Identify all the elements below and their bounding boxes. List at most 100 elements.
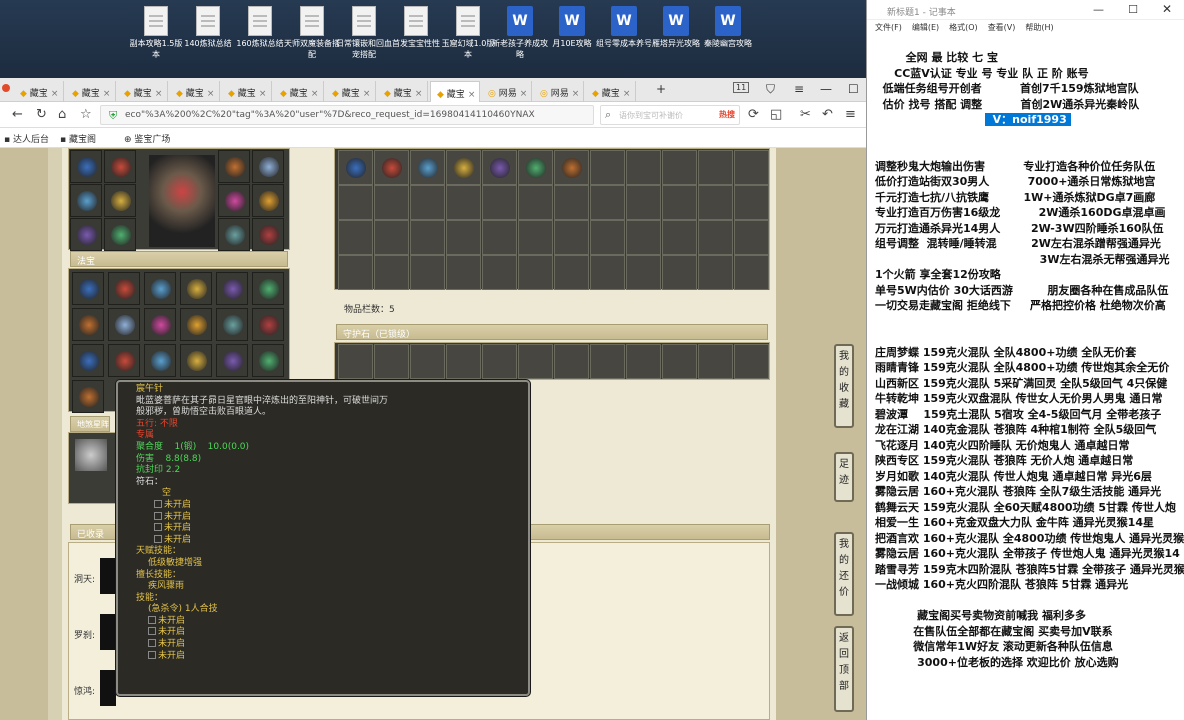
browser-tab[interactable]: ◆ 藏宝 × [274, 81, 324, 102]
equipment-slot[interactable] [104, 184, 136, 217]
inventory-cell[interactable] [410, 185, 445, 220]
guard-stone-cell[interactable] [374, 344, 409, 379]
browser-tab[interactable]: ◆ 藏宝 × [378, 81, 428, 102]
inventory-cell[interactable] [518, 255, 553, 290]
fabao-slot[interactable] [72, 380, 104, 413]
inventory-cell[interactable] [446, 255, 481, 290]
inventory-cell[interactable] [590, 255, 625, 290]
inventory-cell[interactable] [554, 185, 589, 220]
inventory-cell[interactable] [338, 185, 373, 220]
my-bargain-button[interactable]: 我的还价 [834, 532, 854, 616]
equipment-slot[interactable] [218, 218, 250, 251]
desktop-file-icon[interactable]: W 组号零成本养号 [596, 6, 652, 49]
inventory-cell[interactable] [374, 150, 409, 185]
pet-thumb-1[interactable] [100, 614, 116, 650]
fabao-slot[interactable] [216, 344, 248, 377]
inventory-cell[interactable] [554, 150, 589, 185]
desktop-file-icon[interactable]: 160炼狱总结 [232, 6, 288, 49]
guard-stone-cell[interactable] [698, 344, 733, 379]
browser-tab[interactable]: ◆ 藏宝 × [118, 81, 168, 102]
fabao-slot[interactable] [180, 272, 212, 305]
desktop-file-icon[interactable]: W 新老孩子养成攻略 [492, 6, 548, 60]
fabao-slot[interactable] [108, 308, 140, 341]
tab-close-icon[interactable]: × [259, 89, 267, 99]
fabao-slot[interactable] [180, 344, 212, 377]
tab-close-icon[interactable]: × [623, 89, 631, 99]
new-tab-icon[interactable]: + [656, 82, 666, 96]
tab-close-icon[interactable]: × [311, 89, 319, 99]
fabao-slot[interactable] [216, 308, 248, 341]
desktop-file-icon[interactable]: W 秦陵幽宫攻略 [700, 6, 756, 49]
footprint-button[interactable]: 足迹 [834, 452, 854, 502]
fabao-slot[interactable] [144, 272, 176, 305]
browser-tab[interactable]: ◆ 藏宝 × [66, 81, 116, 102]
inventory-cell[interactable] [374, 220, 409, 255]
close-icon[interactable]: ✕ [1162, 2, 1172, 16]
tab-close-icon[interactable]: × [103, 89, 111, 99]
maximize-icon[interactable]: ☐ [1128, 3, 1138, 16]
notepad-text[interactable]: 全网 最 比较 七 宝 CC蓝V认证 专业 号 专业 队 正 阶 账号 低端任务… [875, 50, 1184, 670]
pet-thumb-0[interactable] [100, 558, 116, 594]
extension-icon[interactable]: ◱ [770, 107, 782, 122]
inventory-cell[interactable] [626, 220, 661, 255]
inventory-cell[interactable] [410, 220, 445, 255]
fabao-slot[interactable] [72, 344, 104, 377]
fabao-slot[interactable] [144, 308, 176, 341]
inventory-cell[interactable] [662, 185, 697, 220]
equipment-slot[interactable] [104, 150, 136, 183]
inventory-cell[interactable] [734, 220, 769, 255]
browser-tab[interactable]: ◎ 网易 × [534, 81, 584, 102]
cut-icon[interactable]: ✂ [800, 107, 811, 122]
guard-stone-cell[interactable] [446, 344, 481, 379]
tab-close-icon[interactable]: × [363, 89, 371, 99]
desktop-file-icon[interactable]: W 雁塔异光攻略 [648, 6, 704, 49]
inventory-cell[interactable] [518, 150, 553, 185]
inventory-cell[interactable] [590, 150, 625, 185]
back-to-top-button[interactable]: 返回顶部 [834, 626, 854, 712]
equipment-slot[interactable] [104, 218, 136, 251]
inventory-cell[interactable] [518, 220, 553, 255]
guard-stone-cell[interactable] [554, 344, 589, 379]
guard-stone-cell[interactable] [410, 344, 445, 379]
fabao-slot[interactable] [72, 272, 104, 305]
desktop-file-icon[interactable]: 日常镶嵌和回血宠搭配 [336, 6, 392, 60]
equipment-slot[interactable] [252, 218, 284, 251]
desktop-file-icon[interactable]: 天师双魔装备搭配 [284, 6, 340, 60]
inventory-cell[interactable] [734, 150, 769, 185]
guard-stone-cell[interactable] [734, 344, 769, 379]
equipment-slot[interactable] [252, 150, 284, 183]
undo-icon[interactable]: ↶ [822, 107, 833, 122]
tab-close-icon[interactable]: × [207, 89, 215, 99]
fabao-slot[interactable] [252, 272, 284, 305]
notepad-menu-item[interactable]: 文件(F) [875, 23, 902, 32]
inventory-cell[interactable] [626, 255, 661, 290]
notepad-menu-item[interactable]: 格式(O) [949, 23, 978, 32]
bookmark-item[interactable]: ▪ 藏宝阁 [60, 132, 96, 145]
fabao-slot[interactable] [180, 308, 212, 341]
guard-stone-cell[interactable] [518, 344, 553, 379]
inventory-cell[interactable] [338, 220, 373, 255]
fabao-slot[interactable] [72, 308, 104, 341]
inventory-cell[interactable] [338, 150, 373, 185]
inventory-cell[interactable] [554, 255, 589, 290]
inventory-cell[interactable] [518, 185, 553, 220]
browser-tab[interactable]: ◆ 藏宝 × [430, 81, 480, 102]
inventory-cell[interactable] [410, 150, 445, 185]
guard-stone-cell[interactable] [482, 344, 517, 379]
equipment-slot[interactable] [70, 184, 102, 217]
fabao-slot[interactable] [108, 344, 140, 377]
tab-close-icon[interactable]: × [155, 89, 163, 99]
bookmark-item[interactable]: ⊕ 鉴宝广场 [124, 132, 170, 145]
equipment-slot[interactable] [70, 150, 102, 183]
browser-tab[interactable]: ◆ 藏宝 × [326, 81, 376, 102]
browser-tab[interactable]: ◆ 藏宝 × [222, 81, 272, 102]
browser-tab[interactable]: ◆ 藏宝 × [170, 81, 220, 102]
url-input[interactable]: ⛨ eco"%3A%200%2C%20"tag"%3A%20"user"%7D&… [100, 105, 594, 125]
bookmark-item[interactable]: ▪ 达人后台 [4, 132, 49, 145]
inventory-cell[interactable] [734, 255, 769, 290]
inventory-cell[interactable] [446, 185, 481, 220]
guard-stone-cell[interactable] [590, 344, 625, 379]
inventory-cell[interactable] [662, 255, 697, 290]
inventory-cell[interactable] [482, 150, 517, 185]
inventory-cell[interactable] [662, 220, 697, 255]
